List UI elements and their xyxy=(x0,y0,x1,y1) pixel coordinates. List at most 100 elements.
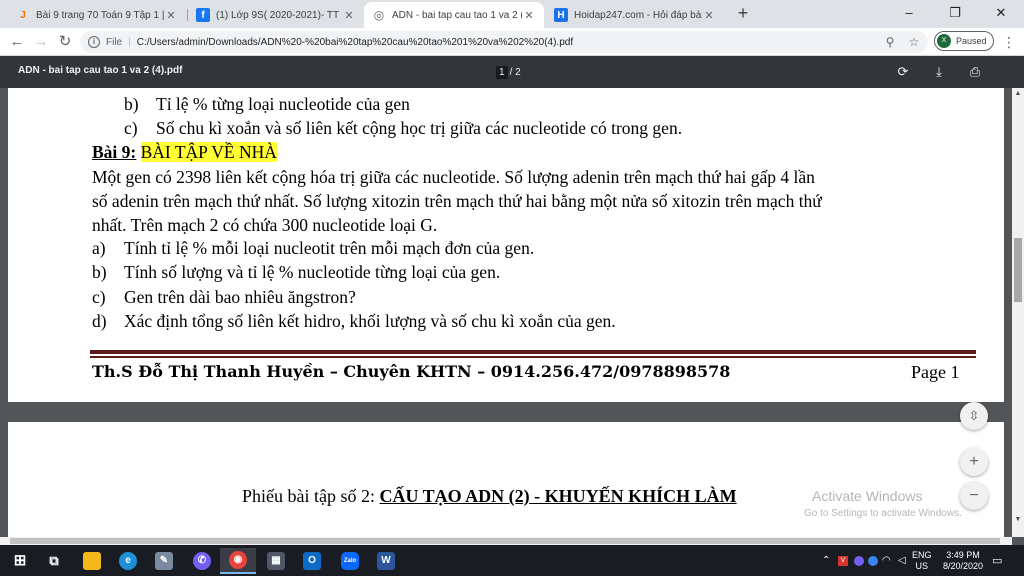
close-icon[interactable]: ✕ xyxy=(522,9,536,22)
notifications-icon[interactable]: ▭ xyxy=(992,545,1002,576)
tab-strip: J Bài 9 trang 70 Toán 9 Tập 1 | Hay ✕ f … xyxy=(0,0,1024,28)
word-icon: W xyxy=(377,552,395,570)
worksheet-title-main: CẤU TẠO ADN (2) - KHUYẾN KHÍCH LÀM xyxy=(379,486,737,506)
list-text: Xác định tổng số liên kết hidro, khối lư… xyxy=(124,311,616,331)
taskbar-viber[interactable]: ✆ xyxy=(184,548,220,574)
taskbar-calculator[interactable]: ▦ xyxy=(258,548,294,574)
clock-time: 3:49 PM xyxy=(946,549,980,560)
tab-title: Hoidap247.com - Hỏi đáp bài tập xyxy=(574,9,702,21)
taskbar-word[interactable]: W xyxy=(368,548,404,574)
volume-icon[interactable]: ◁ xyxy=(898,545,906,576)
list-label: a) xyxy=(92,238,106,258)
horizontal-scrollbar[interactable] xyxy=(0,537,1012,545)
footer-rule-thin xyxy=(90,356,976,358)
download-icon[interactable]: ⤓ xyxy=(930,63,948,81)
taskbar-zalo[interactable]: Zalo xyxy=(332,548,368,574)
taskbar-paint[interactable]: ✎ xyxy=(146,548,182,574)
tab-toan-9[interactable]: J Bài 9 trang 70 Toán 9 Tập 1 | Hay ✕ xyxy=(8,2,186,28)
folder-icon: ▬ xyxy=(83,552,101,570)
url-divider: | xyxy=(128,36,131,48)
list-text: Tính số lượng và tỉ lệ % nucleotide từng… xyxy=(124,262,501,282)
facebook-icon: f xyxy=(196,8,210,22)
scroll-up-icon[interactable]: ▲ xyxy=(1012,88,1024,100)
taskbar-file-explorer[interactable]: ▬ xyxy=(74,548,110,574)
vertical-scrollbar[interactable]: ▲ ▼ xyxy=(1012,88,1024,537)
close-icon[interactable]: ✕ xyxy=(342,9,356,22)
edge-icon: e xyxy=(119,552,137,570)
new-tab-button[interactable]: + xyxy=(732,3,754,25)
current-page-input[interactable]: 1 xyxy=(496,65,508,79)
taskbar-edge[interactable]: e xyxy=(110,548,146,574)
tray-viber-icon[interactable] xyxy=(854,545,864,576)
pdf-viewport[interactable]: b) Tỉ lệ % từng loại nucleotide của gen … xyxy=(0,88,1012,537)
footer-rule xyxy=(90,350,976,354)
language-code: ENG xyxy=(912,549,932,560)
close-icon[interactable]: ✕ xyxy=(702,9,716,22)
address-bar[interactable]: i File | C:/Users/admin/Downloads/ADN%20… xyxy=(80,31,928,53)
taskbar-outlook[interactable]: O xyxy=(294,548,330,574)
tab-title: ADN - bai tap cau tao 1 va 2 (4).p xyxy=(392,9,522,21)
profile-status: Paused xyxy=(956,36,987,46)
tab-hoidap247[interactable]: H Hoidap247.com - Hỏi đáp bài tập ✕ xyxy=(546,2,724,28)
paint-icon: ✎ xyxy=(155,552,173,570)
input-language[interactable]: ENG US xyxy=(912,545,932,576)
fit-page-button[interactable]: ⇳ xyxy=(960,402,988,430)
clock-date: 8/20/2020 xyxy=(942,560,984,571)
taskbar-chrome[interactable]: ◉ xyxy=(220,548,256,574)
info-icon[interactable]: i xyxy=(88,36,100,48)
close-window-button[interactable]: ✕ xyxy=(978,0,1024,28)
tab-adn-pdf[interactable]: ◎ ADN - bai tap cau tao 1 va 2 (4).p ✕ xyxy=(364,2,544,28)
minimize-button[interactable]: – xyxy=(886,0,932,28)
list-text: Tỉ lệ % từng loại nucleotide của gen xyxy=(156,94,410,114)
chrome-icon: ◉ xyxy=(229,551,247,569)
scroll-down-icon[interactable]: ▼ xyxy=(1012,514,1024,526)
print-icon[interactable]: ⎙ xyxy=(966,63,984,81)
start-button[interactable]: ⊞ xyxy=(2,548,38,574)
clock[interactable]: 3:49 PM 8/20/2020 xyxy=(942,545,984,576)
url-text: C:/Users/admin/Downloads/ADN%20-%20bai%2… xyxy=(136,36,574,48)
zoom-in-button[interactable]: + xyxy=(960,448,988,476)
globe-icon: ◎ xyxy=(373,8,385,22)
forward-arrow-icon[interactable]: → xyxy=(30,31,52,53)
reload-icon[interactable]: ↻ xyxy=(54,31,76,53)
show-hidden-icons-chevron-icon[interactable]: ⌃ xyxy=(822,545,830,576)
tab-facebook[interactable]: f (1) Lớp 9S( 2020-2021)- TT Nguy ✕ xyxy=(188,2,364,28)
page-indicator: 1 / 2 xyxy=(492,63,525,81)
tray-messenger-icon[interactable] xyxy=(868,545,878,576)
list-text: Tính tỉ lệ % mỗi loại nucleotit trên mỗi… xyxy=(124,238,535,258)
paragraph-line: Một gen có 2398 liên kết cộng hóa trị gi… xyxy=(92,167,815,187)
menu-kebab-icon[interactable]: ⋮ xyxy=(1002,33,1016,51)
profile-button[interactable]: X Paused xyxy=(934,31,994,51)
list-label: b) xyxy=(92,262,107,282)
avatar: X xyxy=(937,34,951,48)
network-wifi-icon[interactable]: ◠ xyxy=(882,545,891,576)
windows-taskbar: ⊞ ⧉ ▬ e ✎ ✆ ◉ ▦ O Zalo W ⌃ V ◠ ◁ ENG US … xyxy=(0,545,1024,576)
task-view-button[interactable]: ⧉ xyxy=(36,548,72,574)
scroll-thumb[interactable] xyxy=(1014,238,1022,302)
hoidap-icon: H xyxy=(554,8,568,22)
list-label: c) xyxy=(124,118,138,138)
back-arrow-icon[interactable]: ← xyxy=(6,31,28,53)
worksheet-title-prefix: Phiếu bài tập số 2: xyxy=(242,486,380,506)
tray-vpn-icon[interactable]: V xyxy=(838,545,848,576)
rotate-icon[interactable]: ⟳ xyxy=(894,63,912,81)
calculator-icon: ▦ xyxy=(267,552,285,570)
list-label: b) xyxy=(124,94,139,114)
zoom-icon[interactable]: ⚲ xyxy=(880,31,900,53)
exercise-label: Bài 9: xyxy=(92,142,137,162)
pdf-toolbar: ADN - bai tap cau tao 1 va 2 (4).pdf 1 /… xyxy=(0,56,1024,88)
maximize-button[interactable]: ❐ xyxy=(932,0,978,28)
zalo-icon: Zalo xyxy=(341,552,359,570)
pdf-page-1: b) Tỉ lệ % từng loại nucleotide của gen … xyxy=(8,88,1004,402)
bookmark-star-icon[interactable]: ☆ xyxy=(904,31,924,53)
list-label: c) xyxy=(92,287,106,307)
close-icon[interactable]: ✕ xyxy=(164,9,178,22)
list-text: Gen trên dài bao nhiêu ăngstron? xyxy=(124,287,356,307)
paragraph-line: nhất. Trên mạch 2 có chứa 300 nucleotide… xyxy=(92,215,438,235)
windows-logo-icon: ⊞ xyxy=(13,552,27,569)
horizontal-scroll-thumb[interactable] xyxy=(10,538,1000,544)
footer-page-number: Page 1 xyxy=(911,362,960,382)
zoom-out-button[interactable]: − xyxy=(960,482,988,510)
browser-toolbar: ← → ↻ i File | C:/Users/admin/Downloads/… xyxy=(0,28,1024,56)
task-view-icon: ⧉ xyxy=(49,553,59,568)
